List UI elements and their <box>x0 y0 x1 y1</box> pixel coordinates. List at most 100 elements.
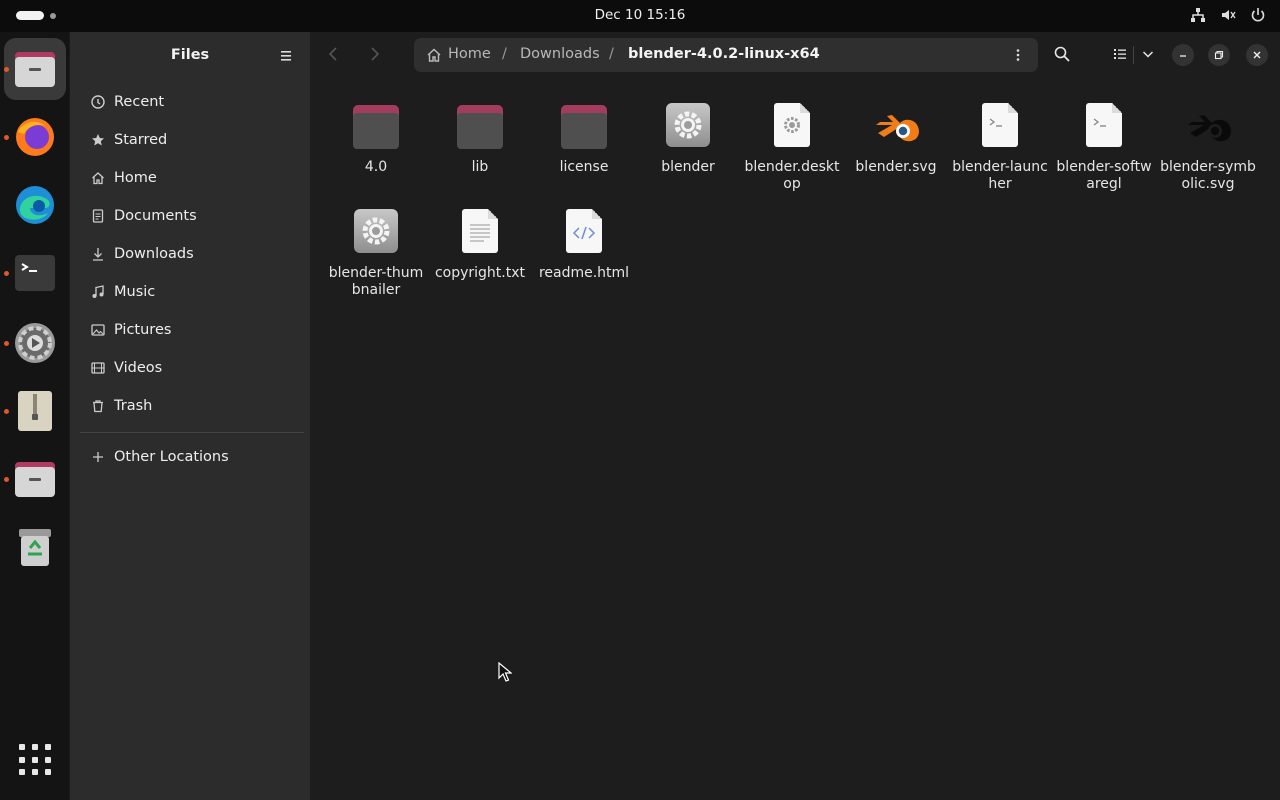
sidebar: Files Recent Starred Home Documents Down… <box>70 32 310 800</box>
firefox-icon <box>14 116 56 158</box>
chevron-right-icon <box>371 47 380 61</box>
trash-icon <box>14 526 56 568</box>
sidebar-item-label: Pictures <box>114 322 172 338</box>
home-icon <box>90 170 106 186</box>
gear-icon <box>352 209 400 257</box>
file-item-executable[interactable]: blender <box>640 103 736 176</box>
breadcrumb-separator: / <box>609 46 614 62</box>
file-name: copyright.txt <box>434 265 526 281</box>
dock-archive-manager[interactable] <box>4 380 66 442</box>
mouse-cursor-icon <box>498 661 513 682</box>
app-grid-icon[interactable] <box>19 744 51 776</box>
file-item-folder[interactable]: 4.0 <box>328 103 424 176</box>
sidebar-item-documents[interactable]: Documents <box>80 199 302 233</box>
close-button[interactable] <box>1246 44 1268 66</box>
trash-icon <box>90 398 106 414</box>
sidebar-item-label: Music <box>114 284 156 300</box>
file-item-text[interactable]: copyright.txt <box>432 209 528 282</box>
file-item-svg[interactable]: blender-symbolic.svg <box>1160 103 1256 193</box>
clock-icon <box>90 94 106 110</box>
file-view[interactable]: 4.0 lib license blender blender.desktop … <box>310 78 1280 800</box>
maximize-button[interactable] <box>1208 44 1230 66</box>
running-indicator <box>4 341 9 346</box>
music-icon <box>90 284 106 300</box>
blender-logo-icon <box>872 103 920 151</box>
blender-symbolic-icon <box>1184 103 1232 151</box>
file-item-desktop[interactable]: blender.desktop <box>744 103 840 193</box>
sidebar-item-music[interactable]: Music <box>80 275 302 309</box>
hamburger-menu-icon[interactable] <box>278 48 294 62</box>
file-item-script[interactable]: blender-softwaregl <box>1056 103 1152 193</box>
script-icon <box>1080 103 1128 151</box>
sidebar-divider <box>80 432 304 433</box>
close-icon <box>1253 51 1261 59</box>
header-bar: Home / Downloads / blender-4.0.2-linux-x… <box>310 32 1280 78</box>
network-icon[interactable] <box>1190 7 1206 23</box>
minimize-button[interactable] <box>1172 44 1194 66</box>
sidebar-item-videos[interactable]: Videos <box>80 351 302 385</box>
dock-edge[interactable] <box>4 174 66 236</box>
folder-icon <box>352 103 400 151</box>
file-name: blender-thumbnailer <box>328 265 424 298</box>
list-view-icon[interactable] <box>1110 44 1130 64</box>
sidebar-title: Files <box>170 47 210 63</box>
dock-terminal[interactable] <box>4 242 66 304</box>
gear-icon <box>664 103 712 151</box>
settings-icon <box>14 322 56 364</box>
star-icon <box>90 132 106 148</box>
back-button[interactable] <box>324 44 344 64</box>
desktop-file-icon <box>768 103 816 151</box>
file-item-script[interactable]: blender-launcher <box>952 103 1048 193</box>
clock[interactable]: Dec 10 15:16 <box>0 7 1280 23</box>
download-icon <box>90 246 106 262</box>
sidebar-item-downloads[interactable]: Downloads <box>80 237 302 271</box>
file-item-folder[interactable]: license <box>536 103 632 176</box>
plus-icon <box>90 449 106 465</box>
sidebar-item-label: Trash <box>114 398 153 414</box>
sidebar-item-home[interactable]: Home <box>80 161 302 195</box>
file-name: blender-launcher <box>952 159 1048 192</box>
path-bar[interactable]: Home / Downloads / blender-4.0.2-linux-x… <box>414 38 1038 72</box>
search-icon[interactable] <box>1052 44 1072 64</box>
file-item-folder[interactable]: lib <box>432 103 528 176</box>
home-icon <box>426 47 442 67</box>
breadcrumb-home[interactable]: Home <box>448 46 491 62</box>
forward-button[interactable] <box>364 44 384 64</box>
kebab-menu-icon[interactable] <box>1010 47 1026 67</box>
running-indicator <box>4 477 9 482</box>
file-item-html[interactable]: readme.html <box>536 209 632 282</box>
sidebar-item-label: Other Locations <box>114 449 229 465</box>
file-item-svg[interactable]: blender.svg <box>848 103 944 176</box>
sidebar-item-trash[interactable]: Trash <box>80 389 302 423</box>
dock-firefox[interactable] <box>4 106 66 168</box>
breadcrumb-separator: / <box>502 46 507 62</box>
file-name: blender <box>661 159 715 175</box>
volume-muted-icon[interactable] <box>1220 7 1236 23</box>
file-name: license <box>559 159 609 175</box>
sidebar-item-recent[interactable]: Recent <box>80 85 302 119</box>
minimize-icon <box>1180 55 1186 57</box>
sidebar-item-pictures[interactable]: Pictures <box>80 313 302 347</box>
breadcrumb-current[interactable]: blender-4.0.2-linux-x64 <box>628 46 820 62</box>
edge-icon <box>14 184 56 226</box>
sidebar-item-starred[interactable]: Starred <box>80 123 302 157</box>
dock-files[interactable] <box>4 38 66 100</box>
chevron-left-icon <box>328 47 337 61</box>
breadcrumb-downloads[interactable]: Downloads <box>520 46 600 62</box>
chevron-down-icon[interactable] <box>1138 44 1158 64</box>
sidebar-item-label: Home <box>114 170 157 186</box>
dock-trash[interactable] <box>4 516 66 578</box>
sidebar-item-label: Starred <box>114 132 168 148</box>
file-name: blender.desktop <box>744 159 840 192</box>
dock-files-2[interactable] <box>4 448 66 510</box>
running-indicator <box>4 67 9 72</box>
power-icon[interactable] <box>1250 7 1266 23</box>
file-item-executable[interactable]: blender-thumbnailer <box>328 209 424 299</box>
sidebar-item-other-locations[interactable]: Other Locations <box>80 440 302 474</box>
dock-settings[interactable] <box>4 312 66 374</box>
folder-icon <box>456 103 504 151</box>
system-tray[interactable] <box>1190 7 1266 23</box>
file-name: blender-softwaregl <box>1056 159 1152 192</box>
running-indicator <box>4 409 9 414</box>
file-name: 4.0 <box>364 159 388 175</box>
